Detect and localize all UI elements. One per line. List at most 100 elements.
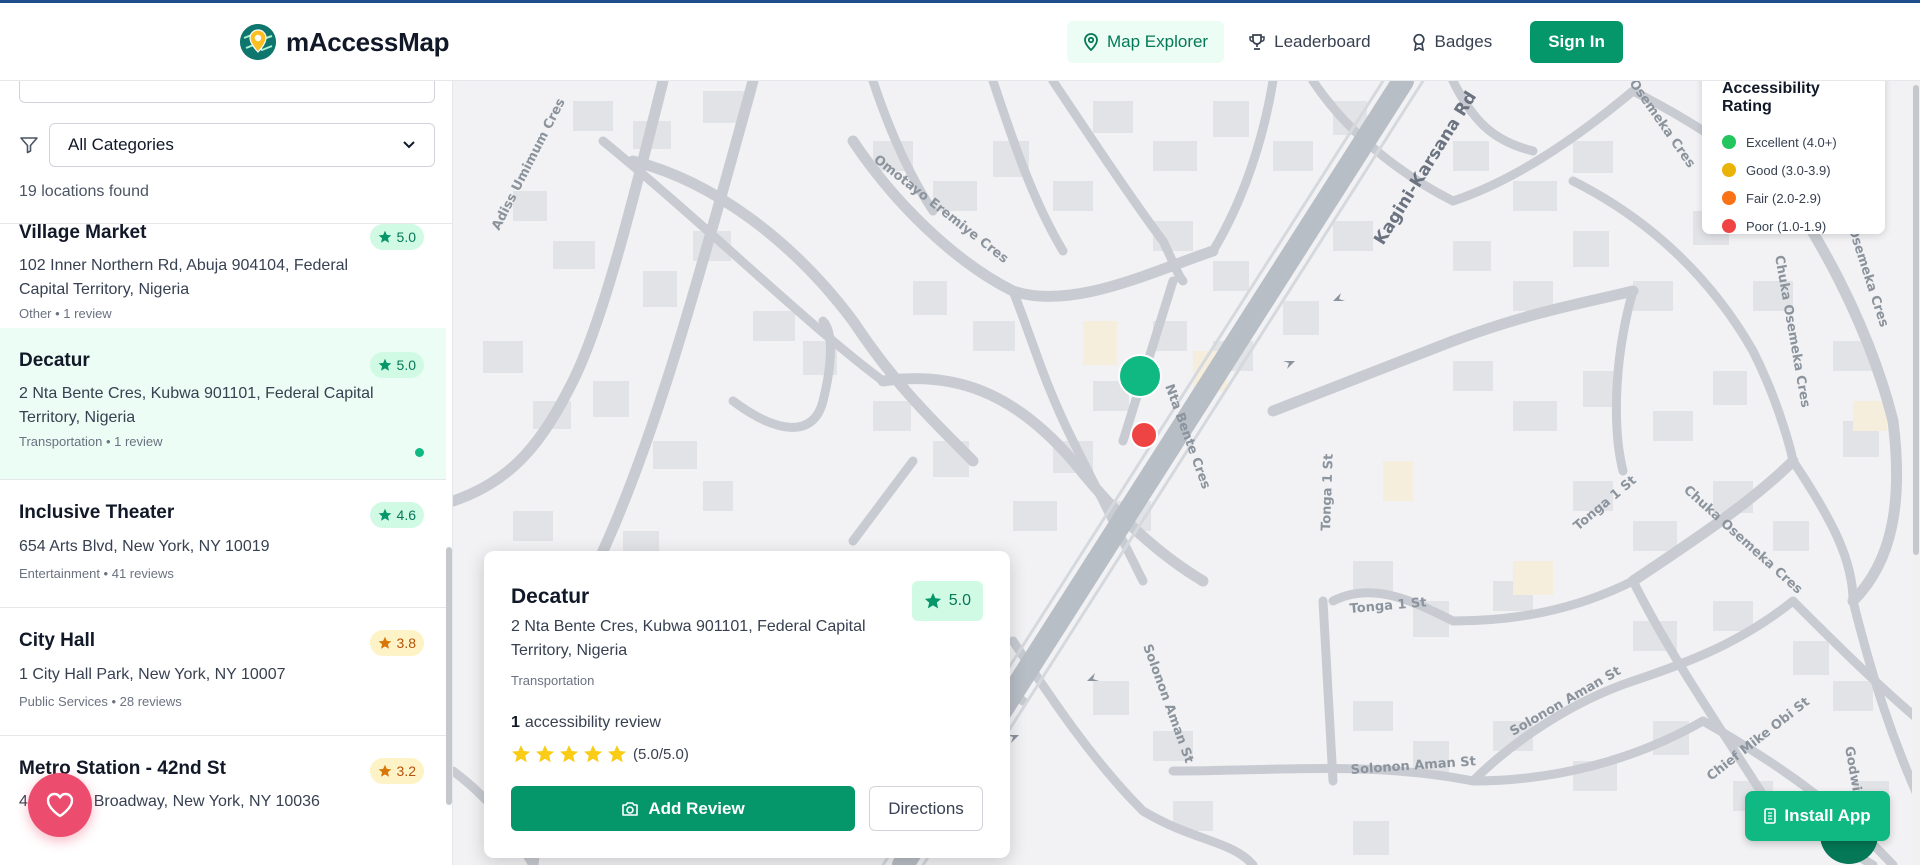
star-icon bbox=[512, 745, 530, 763]
star-icon bbox=[378, 764, 391, 777]
location-meta: Other • 1 review bbox=[19, 306, 112, 321]
location-item-decatur[interactable]: Decatur 5.0 2 Nta Bente Cres, Kubwa 9011… bbox=[0, 328, 446, 480]
app-name: mAccessMap bbox=[286, 26, 450, 57]
logo-globe-icon bbox=[240, 24, 276, 60]
rating-badge: 4.6 bbox=[369, 502, 424, 528]
legend-label: Excellent (4.0+) bbox=[1746, 134, 1837, 150]
location-name: City Hall bbox=[19, 630, 96, 651]
add-review-label: Add Review bbox=[648, 798, 745, 818]
rating-value: 4.6 bbox=[396, 507, 416, 523]
location-meta: Transportation • 1 review bbox=[19, 434, 163, 449]
rating-badge: 5.0 bbox=[369, 224, 424, 250]
sign-in-button[interactable]: Sign In bbox=[1530, 21, 1623, 63]
rating-badge: 3.8 bbox=[369, 630, 424, 656]
rating-value: 5.0 bbox=[396, 229, 416, 245]
app-logo[interactable]: mAccessMap bbox=[240, 24, 450, 60]
rating-badge: 5.0 bbox=[369, 352, 424, 378]
rating-value: 5.0 bbox=[396, 357, 416, 373]
map-pin-icon bbox=[1084, 33, 1098, 51]
popup-score: (5.0/5.0) bbox=[633, 745, 689, 763]
location-popup: Decatur 5.0 2 Nta Bente Cres, Kubwa 9011… bbox=[484, 551, 1010, 858]
legend-item-excellent: Excellent (4.0+) bbox=[1722, 128, 1865, 156]
star-icon bbox=[378, 636, 391, 649]
location-item-inclusive-theater[interactable]: Inclusive Theater 4.6 654 Arts Blvd, New… bbox=[0, 480, 446, 608]
legend-dot bbox=[1722, 163, 1736, 177]
star-icon bbox=[378, 358, 391, 371]
star-icon bbox=[378, 508, 391, 521]
map-scrollbar[interactable] bbox=[1912, 81, 1920, 865]
legend-item-good: Good (3.0-3.9) bbox=[1722, 156, 1865, 184]
location-name: Decatur bbox=[19, 350, 90, 371]
rating-value: 3.2 bbox=[396, 763, 416, 779]
award-icon bbox=[1412, 33, 1425, 51]
category-filter-row: All Categories bbox=[19, 123, 435, 167]
nav-badges-label: Badges bbox=[1434, 32, 1493, 51]
location-item-city-hall[interactable]: City Hall 3.8 1 City Hall Park, New York… bbox=[0, 608, 446, 736]
popup-rating-value: 5.0 bbox=[948, 592, 971, 609]
nav-map-explorer-label: Map Explorer bbox=[1107, 32, 1209, 51]
trophy-icon bbox=[1249, 34, 1265, 50]
location-address: 654 Arts Blvd, New York, NY 10019 bbox=[19, 538, 270, 555]
star-icon bbox=[378, 230, 391, 243]
locations-list: Village Market 5.0 102 Inner Northern Rd… bbox=[0, 222, 446, 864]
location-name: Inclusive Theater bbox=[19, 502, 175, 523]
results-count: 19 locations found bbox=[19, 183, 149, 200]
nav-leaderboard[interactable]: Leaderboard bbox=[1232, 21, 1386, 63]
map-marker-poor[interactable] bbox=[1130, 421, 1158, 449]
nav-map-explorer[interactable]: Map Explorer bbox=[1067, 21, 1225, 63]
category-select[interactable]: All Categories bbox=[49, 123, 435, 167]
map-marker-excellent[interactable] bbox=[1118, 354, 1162, 398]
selected-indicator bbox=[415, 448, 424, 457]
popup-title: Decatur bbox=[511, 585, 590, 608]
star-icon bbox=[584, 745, 602, 763]
location-address: 2 Nta Bente Cres, Kubwa 901101, Federal … bbox=[19, 385, 374, 426]
legend-label: Good (3.0-3.9) bbox=[1746, 162, 1831, 178]
popup-stars: (5.0/5.0) bbox=[511, 744, 689, 764]
category-select-value: All Categories bbox=[68, 135, 174, 154]
legend-item-fair: Fair (2.0-2.9) bbox=[1722, 184, 1865, 212]
search-input[interactable] bbox=[19, 81, 435, 103]
phone-icon bbox=[1764, 808, 1777, 824]
legend-label: Poor (1.0-1.9) bbox=[1746, 218, 1827, 234]
star-icon bbox=[608, 745, 626, 763]
install-app-button[interactable]: Install App bbox=[1745, 791, 1890, 841]
favorites-button[interactable] bbox=[28, 773, 92, 837]
main-nav: Map Explorer Leaderboard Badges Sign In bbox=[1067, 21, 1623, 63]
location-name: Village Market bbox=[19, 222, 147, 243]
legend-label: Fair (2.0-2.9) bbox=[1746, 190, 1822, 206]
map-scrollbar-thumb[interactable] bbox=[1913, 85, 1919, 555]
legend-dot bbox=[1722, 219, 1736, 233]
legend-dot bbox=[1722, 191, 1736, 205]
review-count-value: 1 bbox=[511, 714, 520, 731]
rating-value: 3.8 bbox=[396, 635, 416, 651]
popup-category: Transportation bbox=[511, 673, 595, 688]
street-label: Tonga 1 St bbox=[1319, 454, 1337, 532]
location-address: 1 City Hall Park, New York, NY 10007 bbox=[19, 666, 286, 683]
install-app-label: Install App bbox=[1784, 806, 1871, 825]
star-icon bbox=[560, 745, 578, 763]
rating-badge: 3.2 bbox=[369, 758, 424, 784]
sidebar-scrollbar[interactable] bbox=[446, 547, 452, 805]
review-count-label: accessibility review bbox=[524, 714, 661, 731]
camera-icon bbox=[622, 801, 639, 816]
star-icon bbox=[924, 592, 941, 609]
nav-badges[interactable]: Badges bbox=[1395, 21, 1509, 63]
heart-icon bbox=[46, 792, 74, 818]
popup-review-count: 1 accessibility review bbox=[511, 714, 661, 732]
legend-title: Accessibility Rating bbox=[1722, 80, 1820, 115]
location-meta: Public Services • 28 reviews bbox=[19, 694, 182, 709]
accessibility-legend: Accessibility Rating Excellent (4.0+) Go… bbox=[1702, 62, 1885, 234]
star-icon bbox=[536, 745, 554, 763]
legend-dot bbox=[1722, 135, 1736, 149]
chevron-down-icon bbox=[403, 141, 415, 149]
filter-icon bbox=[20, 137, 38, 154]
locations-sidebar: All Categories 19 locations found Villag… bbox=[0, 81, 453, 865]
nav-leaderboard-label: Leaderboard bbox=[1274, 32, 1371, 51]
legend-item-poor: Poor (1.0-1.9) bbox=[1722, 212, 1865, 240]
app-header: mAccessMap Map Explorer Leaderboard Badg… bbox=[0, 3, 1920, 81]
location-meta: Entertainment • 41 reviews bbox=[19, 566, 174, 581]
directions-button[interactable]: Directions bbox=[869, 786, 983, 831]
location-address: 102 Inner Northern Rd, Abuja 904104, Fed… bbox=[19, 257, 349, 298]
popup-address: 2 Nta Bente Cres, Kubwa 901101, Federal … bbox=[511, 618, 866, 659]
add-review-button[interactable]: Add Review bbox=[511, 786, 855, 831]
